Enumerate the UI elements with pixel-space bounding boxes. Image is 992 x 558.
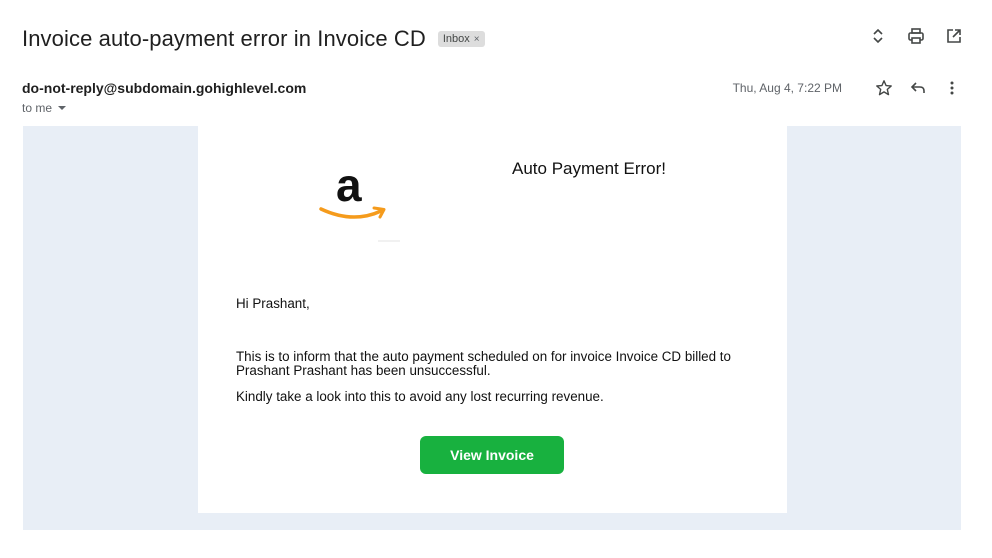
amazon-smile-icon: [319, 206, 386, 219]
reply-icon[interactable]: [908, 78, 928, 98]
email-card: a Auto Payment Error! Hi Prashant, This …: [198, 126, 787, 513]
top-actions: [868, 26, 964, 46]
email-heading: Auto Payment Error!: [512, 159, 667, 178]
message-date: Thu, Aug 4, 7:22 PM: [732, 81, 842, 95]
inbox-label-chip[interactable]: Inbox ×: [437, 31, 485, 47]
amazon-logo: a: [318, 159, 393, 224]
open-in-new-window-icon[interactable]: [944, 26, 964, 46]
expand-collapse-icon[interactable]: [868, 26, 888, 46]
logo-divider: [378, 240, 400, 242]
subject-row: Invoice auto-payment error in Invoice CD…: [22, 24, 485, 54]
chevron-down-icon: [58, 106, 67, 110]
remove-label-icon[interactable]: ×: [474, 34, 480, 45]
message-meta: Thu, Aug 4, 7:22 PM: [733, 78, 962, 98]
sender-address: do-not-reply@subdomain.gohighlevel.com: [22, 80, 307, 96]
inbox-label-text: Inbox: [442, 33, 470, 45]
print-icon[interactable]: [906, 26, 926, 46]
email-paragraph-2: Kindly take a look into this to avoid an…: [236, 389, 604, 404]
email-subject: Invoice auto-payment error in Invoice CD: [22, 26, 426, 51]
view-invoice-button[interactable]: View Invoice: [420, 436, 564, 474]
recipient-text: to me: [22, 101, 53, 115]
recipient-toggle[interactable]: to me: [22, 101, 67, 115]
more-vert-icon[interactable]: [942, 78, 962, 98]
star-icon[interactable]: [874, 78, 894, 98]
email-greeting: Hi Prashant,: [236, 296, 310, 311]
email-paragraph-1: This is to inform that the auto payment …: [236, 349, 731, 378]
